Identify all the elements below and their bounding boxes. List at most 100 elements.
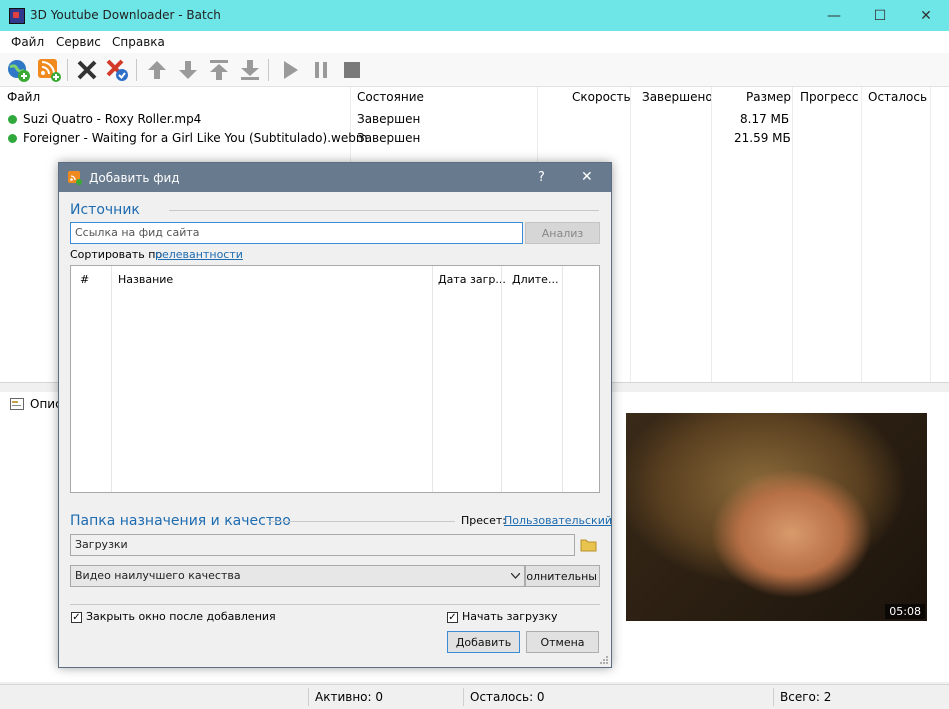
minimize-icon: — — [827, 7, 841, 24]
close-icon: ✕ — [920, 7, 932, 24]
move-up-icon — [148, 61, 166, 79]
sort-link[interactable]: релевантности — [155, 248, 243, 261]
dialog-title: Добавить фид — [89, 171, 180, 185]
move-up-button[interactable] — [144, 57, 170, 83]
row-size: 8.17 МБ — [740, 112, 790, 126]
stop-icon — [344, 62, 360, 78]
row-file-name: Suzi Quatro - Roxy Roller.mp4 — [23, 112, 202, 126]
column-status[interactable]: Состояние — [357, 90, 424, 104]
add-url-button[interactable] — [5, 57, 31, 83]
analyze-button[interactable]: Анализ — [525, 222, 600, 244]
column-duration[interactable]: Длите... — [512, 273, 558, 286]
destination-folder-input[interactable]: Загрузки — [70, 534, 575, 556]
delete-completed-button[interactable] — [104, 57, 130, 83]
checkmark-icon: ✓ — [72, 611, 81, 623]
start-download-checkbox[interactable]: ✓ — [447, 612, 458, 623]
column-completed[interactable]: Завершено — [642, 90, 713, 104]
column-divider — [432, 266, 433, 492]
status-ok-icon — [8, 134, 17, 143]
cancel-button[interactable]: Отмена — [526, 631, 599, 653]
resize-grip-icon[interactable] — [599, 655, 609, 665]
source-section-title: Источник — [70, 202, 140, 218]
section-divider — [169, 210, 599, 211]
row-size: 21.59 МБ — [734, 131, 791, 145]
toolbar-separator — [67, 59, 68, 81]
advanced-button[interactable]: ополнительны — [525, 565, 600, 587]
table-row[interactable]: Suzi Quatro - Roxy Roller.mp4 Завершен 8… — [0, 110, 949, 129]
column-name[interactable]: Название — [118, 273, 173, 286]
pause-button[interactable] — [308, 57, 334, 83]
feed-items-table: # Название Дата загр... Длите... — [70, 265, 600, 493]
quality-select-value: Видео наилучшего качества — [75, 569, 241, 582]
move-down-icon — [179, 61, 197, 79]
preset-link[interactable]: Пользовательский — [504, 514, 612, 527]
column-remaining[interactable]: Осталось — [868, 90, 927, 104]
column-speed[interactable]: Скорость — [572, 90, 631, 104]
table-row[interactable]: Foreigner - Waiting for a Girl Like You … — [0, 129, 949, 148]
status-total: Всего: 2 — [780, 690, 832, 704]
minimize-button[interactable]: — — [811, 0, 857, 31]
delete-icon — [77, 60, 97, 80]
window-title: 3D Youtube Downloader - Batch — [30, 8, 221, 22]
toolbar-separator — [268, 59, 269, 81]
row-status: Завершен — [357, 112, 421, 126]
column-upload-date[interactable]: Дата загр... — [438, 273, 506, 286]
start-button[interactable] — [277, 57, 303, 83]
section-divider — [70, 604, 600, 605]
status-ok-icon — [8, 115, 17, 124]
status-divider — [773, 688, 774, 706]
video-duration: 05:08 — [885, 604, 925, 619]
column-progress[interactable]: Прогресс — [800, 90, 858, 104]
status-divider — [308, 688, 309, 706]
toolbar-separator — [136, 59, 137, 81]
row-file-name: Foreigner - Waiting for a Girl Like You … — [23, 131, 368, 145]
app-icon — [9, 8, 25, 24]
description-icon — [10, 398, 24, 410]
menu-bar: Файл Сервис Справка — [0, 31, 949, 53]
checkmark-icon: ✓ — [448, 611, 457, 623]
dialog-close-button[interactable]: ✕ — [581, 169, 593, 185]
close-after-add-checkbox[interactable]: ✓ — [71, 612, 82, 623]
help-button[interactable]: ? — [538, 170, 545, 185]
feed-icon — [68, 171, 82, 185]
sort-label: Сортировать по — [70, 248, 163, 261]
menu-help[interactable]: Справка — [112, 35, 165, 49]
add-feed-dialog: Добавить фид ? ✕ Источник Ссылка на фид … — [58, 162, 612, 668]
toolbar — [0, 53, 949, 87]
add-feed-button[interactable] — [36, 57, 62, 83]
section-divider — [269, 521, 455, 522]
close-after-add-label[interactable]: Закрыть окно после добавления — [86, 610, 276, 623]
column-number[interactable]: # — [80, 273, 89, 286]
maximize-icon: ☐ — [873, 7, 887, 24]
move-down-button[interactable] — [175, 57, 201, 83]
delete-completed-icon — [106, 59, 128, 81]
delete-button[interactable] — [74, 57, 100, 83]
column-size[interactable]: Размер — [746, 90, 791, 104]
move-bottom-icon — [241, 60, 259, 80]
status-divider — [463, 688, 464, 706]
video-thumbnail[interactable]: 05:08 — [626, 413, 927, 621]
pause-icon — [315, 62, 327, 78]
quality-select[interactable]: Видео наилучшего качества — [70, 565, 525, 587]
menu-file[interactable]: Файл — [11, 35, 44, 49]
stop-button[interactable] — [339, 57, 365, 83]
chevron-down-icon — [511, 573, 520, 579]
folder-icon[interactable] — [580, 537, 598, 552]
add-button[interactable]: Добавить — [447, 631, 520, 653]
menu-service[interactable]: Сервис — [56, 35, 101, 49]
move-top-button[interactable] — [206, 57, 232, 83]
move-top-icon — [210, 60, 228, 80]
move-bottom-button[interactable] — [237, 57, 263, 83]
column-file[interactable]: Файл — [7, 90, 40, 104]
add-url-icon — [8, 60, 30, 82]
status-bar: Активно: 0 Осталось: 0 Всего: 2 — [0, 684, 949, 709]
dialog-title-bar: Добавить фид ? ✕ — [59, 163, 611, 192]
column-divider — [501, 266, 502, 492]
column-divider — [562, 266, 563, 492]
maximize-button[interactable]: ☐ — [857, 0, 903, 31]
close-window-button[interactable]: ✕ — [903, 0, 949, 31]
status-remaining: Осталось: 0 — [470, 690, 545, 704]
feed-url-input[interactable]: Ссылка на фид сайта — [70, 222, 523, 244]
start-download-label[interactable]: Начать загрузку — [462, 610, 558, 623]
add-feed-icon — [38, 59, 61, 82]
